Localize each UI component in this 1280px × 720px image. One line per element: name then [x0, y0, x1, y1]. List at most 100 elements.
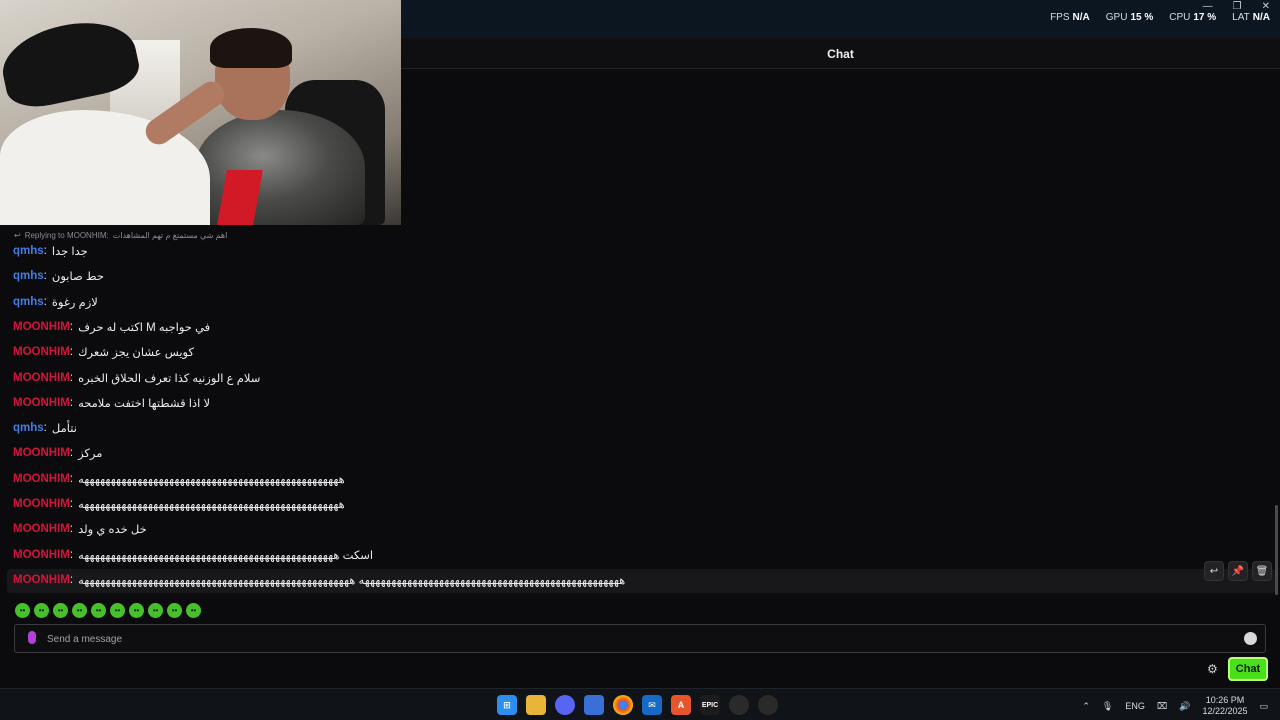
- chat-message-text: جدا جدا: [51, 246, 88, 258]
- chat-message[interactable]: MOONHIM: هههههههههههههههههههههههههههههههه…: [13, 472, 345, 486]
- frog-emote-icon[interactable]: ••: [34, 603, 49, 618]
- system-tray: ⌃ 🎙 ENG ⌧ 🔊 10:26 PM 12/22/2025 ▭: [1082, 695, 1268, 717]
- frog-emote-icon[interactable]: ••: [148, 603, 163, 618]
- frog-emote-icon[interactable]: ••: [129, 603, 144, 618]
- emote-bar: •• •• •• •• •• •• •• •• •• ••: [15, 603, 201, 618]
- chat-username[interactable]: qmhs: [13, 422, 44, 434]
- fps-stat: FPS N/A: [1050, 12, 1090, 23]
- reply-icon[interactable]: ↩: [1204, 561, 1224, 581]
- taskbar-apps: ⊞ ✉ A EPIC: [497, 695, 778, 715]
- performance-stats: FPS N/A GPU 15 % CPU 17 % LAT N/A: [1050, 12, 1270, 23]
- chat-username[interactable]: MOONHIM: [13, 574, 70, 586]
- frog-emote-icon[interactable]: ••: [72, 603, 87, 618]
- app-a-icon[interactable]: A: [671, 695, 691, 715]
- chat-username[interactable]: qmhs: [13, 245, 44, 257]
- username-separator: :: [43, 295, 47, 308]
- windows-taskbar: ⊞ ✉ A EPIC ⌃ 🎙 ENG ⌧ 🔊 10:26 PM 12/22/20…: [0, 688, 1280, 720]
- clock-time: 10:26 PM: [1205, 695, 1245, 705]
- username-separator: :: [43, 245, 47, 257]
- chat-username[interactable]: MOONHIM: [13, 549, 70, 561]
- settings-gear-icon[interactable]: ⚙: [1207, 662, 1218, 676]
- window-controls: — ❐ ✕: [1203, 1, 1270, 12]
- chat-username[interactable]: MOONHIM: [13, 523, 70, 535]
- chat-message-text: نتأمل: [51, 423, 77, 436]
- chat-message[interactable]: qmhs: جدا جدا: [13, 244, 88, 258]
- network-icon[interactable]: ⌧: [1157, 701, 1167, 712]
- discord-icon[interactable]: [555, 695, 575, 715]
- chat-message[interactable]: MOONHIM: خل خده ي ولد: [13, 522, 147, 536]
- epic-games-icon[interactable]: EPIC: [700, 695, 720, 715]
- steam-icon[interactable]: [758, 695, 778, 715]
- chat-username[interactable]: MOONHIM: [13, 447, 70, 459]
- chat-message[interactable]: qmhs: حط صابون: [13, 269, 104, 283]
- chat-message-text: اسكت ههههههههههههههههههههههههههههههههههه…: [78, 549, 374, 562]
- chat-username[interactable]: MOONHIM: [13, 498, 70, 510]
- username-separator: :: [43, 270, 47, 283]
- frog-emote-icon[interactable]: ••: [110, 603, 125, 618]
- chat-scrollbar[interactable]: [1275, 505, 1278, 595]
- send-chat-button[interactable]: Chat: [1228, 657, 1268, 681]
- microsoft-store-icon[interactable]: [584, 695, 604, 715]
- latency-stat: LAT N/A: [1232, 12, 1270, 23]
- username-separator: :: [69, 396, 74, 409]
- chat-message[interactable]: MOONHIM: مركز: [13, 446, 102, 460]
- microphone-icon[interactable]: [28, 631, 36, 644]
- chat-username[interactable]: MOONHIM: [13, 397, 70, 409]
- clock[interactable]: 10:26 PM 12/22/2025: [1202, 695, 1247, 717]
- chat-message-text: مركز: [78, 448, 103, 461]
- close-icon[interactable]: ✕: [1262, 1, 1270, 12]
- chat-message[interactable]: MOONHIM: كويس عشان يجز شعرك: [13, 345, 194, 359]
- username-separator: :: [43, 422, 47, 435]
- chat-username[interactable]: MOONHIM: [13, 321, 70, 333]
- chat-message[interactable]: qmhs: نتأمل: [13, 421, 77, 435]
- chat-username[interactable]: qmhs: [13, 296, 44, 308]
- username-separator: :: [69, 573, 74, 586]
- chat-message[interactable]: qmhs: لازم رغوة: [13, 295, 98, 309]
- emoji-icon[interactable]: [1244, 632, 1257, 645]
- username-separator: :: [69, 523, 74, 536]
- video-person-hair: [210, 28, 292, 68]
- windows-start-icon[interactable]: ⊞: [497, 695, 517, 715]
- chrome-icon[interactable]: [613, 695, 633, 715]
- minimize-icon[interactable]: —: [1203, 1, 1213, 12]
- notification-icon[interactable]: ▭: [1259, 701, 1268, 712]
- chat-message[interactable]: MOONHIM: سلام ع الوزنيه كذا تعرف الحلاق ا…: [13, 371, 260, 385]
- message-input[interactable]: [47, 629, 1227, 649]
- chat-username[interactable]: MOONHIM: [13, 372, 70, 384]
- file-explorer-icon[interactable]: [526, 695, 546, 715]
- frog-emote-icon[interactable]: ••: [186, 603, 201, 618]
- language-indicator[interactable]: ENG: [1125, 701, 1145, 711]
- pin-icon[interactable]: 📌: [1228, 561, 1248, 581]
- chat-username[interactable]: MOONHIM: [13, 346, 70, 358]
- chat-username[interactable]: MOONHIM: [13, 473, 70, 485]
- chat-message[interactable]: MOONHIM: في حواجبه M اكتب له حرف: [13, 320, 210, 334]
- chevron-up-icon[interactable]: ⌃: [1082, 701, 1090, 712]
- cpu-stat: CPU 17 %: [1169, 12, 1217, 23]
- chat-message[interactable]: MOONHIM: هههههههههههههههههههههههههههههههه…: [13, 497, 345, 511]
- chat-title: Chat: [827, 47, 854, 61]
- stream-video[interactable]: [0, 0, 401, 225]
- chat-message[interactable]: MOONHIM: هههههههههههههههههههههههههههههههه…: [13, 573, 625, 587]
- message-input-box: [14, 624, 1266, 653]
- reply-text: اهم شي مستمتع م تهم المشاهدات: [112, 231, 228, 240]
- frog-emote-icon[interactable]: ••: [15, 603, 30, 618]
- volume-icon[interactable]: 🔊: [1179, 701, 1190, 712]
- trash-icon[interactable]: 🗑: [1252, 561, 1272, 581]
- chat-message-text: في حواجبه M اكتب له حرف: [78, 321, 211, 334]
- microphone-tray-icon[interactable]: 🎙: [1102, 701, 1113, 712]
- frog-emote-icon[interactable]: ••: [167, 603, 182, 618]
- frog-emote-icon[interactable]: ••: [91, 603, 106, 618]
- obs-icon[interactable]: [729, 695, 749, 715]
- chat-message-text: هههههههههههههههههههههههههههههههههههههههه…: [78, 499, 345, 511]
- restore-icon[interactable]: ❐: [1233, 1, 1242, 12]
- message-actions: ↩ 📌 🗑: [1204, 561, 1272, 581]
- reply-indicator[interactable]: ↩ Replying to MOONHIM: اهم شي مستمتع م ت…: [14, 231, 227, 240]
- chat-username[interactable]: qmhs: [13, 270, 44, 282]
- chat-message[interactable]: MOONHIM: لا اذا قشطتها اختفت ملامحه: [13, 396, 210, 410]
- mail-icon[interactable]: ✉: [642, 695, 662, 715]
- frog-emote-icon[interactable]: ••: [53, 603, 68, 618]
- chat-message-text: لا اذا قشطتها اختفت ملامحه: [78, 397, 211, 410]
- chat-message[interactable]: MOONHIM: اسكت ههههههههههههههههههههههههههه…: [13, 548, 373, 562]
- chat-message-text: حط صابون: [51, 271, 104, 284]
- chat-message-text: هههههههههههههههههههههههههههههههههههههههه…: [78, 574, 626, 587]
